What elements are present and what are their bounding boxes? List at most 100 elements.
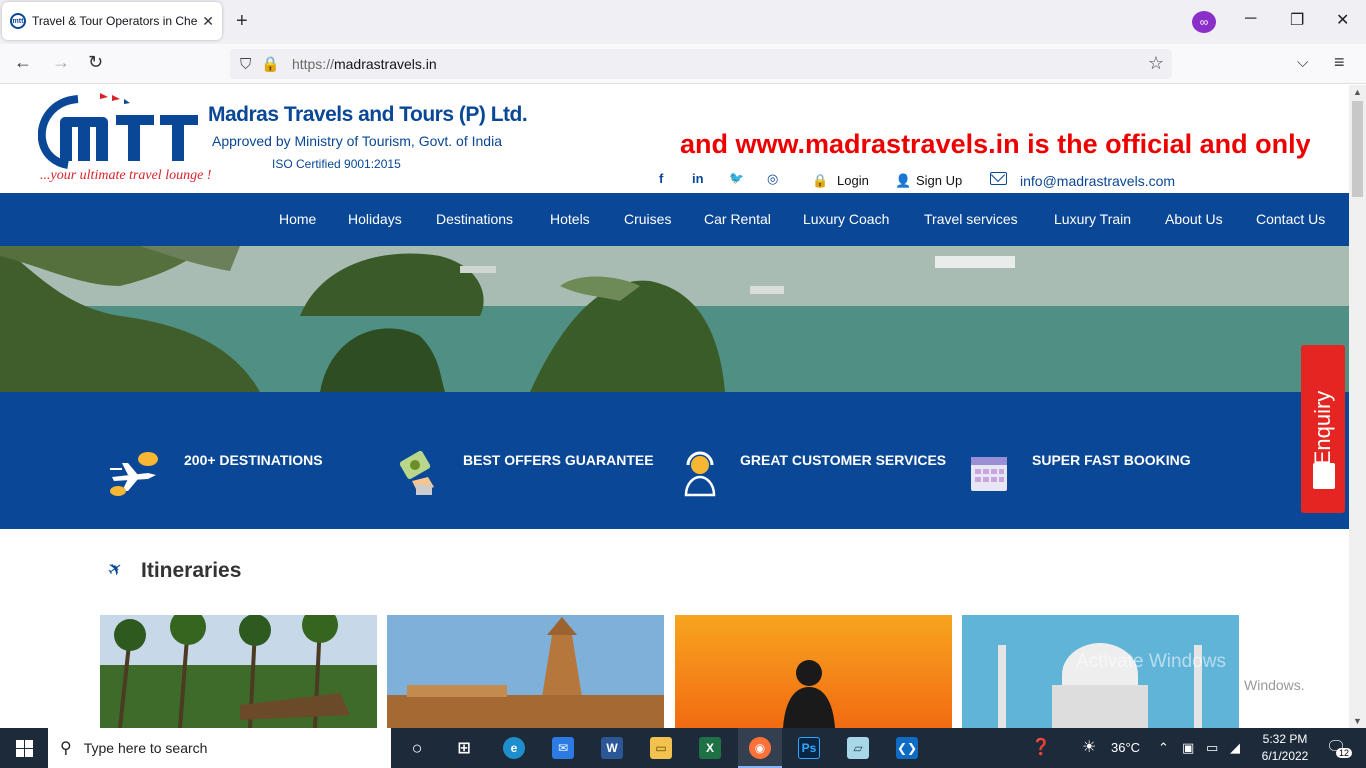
menu-car-rental[interactable]: Car Rental: [704, 211, 771, 227]
calendar-icon: [971, 457, 1007, 491]
excel-icon[interactable]: X: [699, 737, 721, 759]
features-band: 200+ DESTINATIONS BEST OFFERS GUARANTEE …: [0, 392, 1349, 529]
signup-link[interactable]: Sign Up: [916, 173, 962, 188]
money-hand-icon: [399, 450, 434, 495]
instagram-icon[interactable]: ◎: [767, 171, 778, 187]
hero-banner-image: [0, 246, 1349, 392]
activate-windows-watermark: Activate Windows: [1076, 651, 1226, 672]
url-text[interactable]: https://madrastravels.in: [292, 56, 437, 72]
system-clock[interactable]: 5:32 PM 6/1/2022: [1252, 731, 1318, 765]
envelope-icon: [1313, 463, 1335, 489]
menu-home[interactable]: Home: [279, 211, 316, 227]
itinerary-card-kerala[interactable]: [100, 615, 377, 728]
user-icon: 👤: [895, 173, 912, 188]
url-scheme: https://: [291, 56, 334, 72]
bookmark-star-icon[interactable]: ☆: [1148, 53, 1164, 74]
itinerary-card-temple[interactable]: [387, 615, 664, 728]
menu-cruises[interactable]: Cruises: [624, 211, 671, 227]
photoshop-icon[interactable]: Ps: [798, 737, 820, 759]
windows-start-icon[interactable]: [16, 740, 33, 757]
reload-button[interactable]: ↻: [88, 52, 103, 73]
scroll-thumb[interactable]: [1352, 101, 1363, 197]
login-link[interactable]: Login: [837, 173, 869, 188]
feature-fast-booking: SUPER FAST BOOKING: [1032, 452, 1191, 468]
feature-offers: BEST OFFERS GUARANTEE: [463, 452, 654, 468]
new-tab-button[interactable]: +: [236, 10, 248, 33]
taskbar-search-box[interactable]: ⚲ Type here to search: [48, 728, 391, 768]
pocket-icon[interactable]: ⌵: [1297, 54, 1308, 71]
tab-close-icon[interactable]: ✕: [202, 13, 214, 30]
shield-icon[interactable]: ⛉: [240, 56, 251, 73]
tab-active[interactable]: mtt Travel & Tour Operators in Chennai ✕: [2, 2, 222, 40]
battery-icon[interactable]: ▭: [1206, 740, 1218, 756]
cortana-icon[interactable]: ○: [406, 737, 428, 759]
linkedin-icon[interactable]: in: [692, 171, 704, 186]
minimize-button[interactable]: ─: [1245, 10, 1256, 28]
edge-icon[interactable]: e: [503, 737, 525, 759]
firefox-icon[interactable]: ◉: [749, 737, 771, 759]
clock-date: 6/1/2022: [1261, 749, 1309, 763]
help-icon[interactable]: ❓: [1031, 737, 1051, 757]
menu-destinations[interactable]: Destinations: [436, 211, 513, 227]
search-icon: ⚲: [60, 740, 72, 757]
menu-hamburger-icon[interactable]: ≡: [1334, 52, 1345, 73]
approved-line: Approved by Ministry of Tourism, Govt. o…: [212, 133, 502, 149]
wifi-icon[interactable]: ◢: [1230, 740, 1240, 756]
menu-hotels[interactable]: Hotels: [550, 211, 590, 227]
twitter-icon[interactable]: 🐦: [729, 171, 744, 185]
menu-holidays[interactable]: Holidays: [348, 211, 402, 227]
plane-icon: ✈: [103, 556, 128, 582]
menu-contact-us[interactable]: Contact Us: [1256, 211, 1325, 227]
plane-cloud-icon: [110, 452, 158, 496]
logo-tagline: ...your ultimate travel lounge !: [40, 168, 212, 183]
envelope-icon: [990, 172, 1007, 185]
navigation-bar: ← → ↻ ⛉ 🔒 https://madrastravels.in ☆ ⌵ ≡: [0, 44, 1366, 84]
email-link[interactable]: info@madrastravels.com: [1020, 173, 1175, 189]
menu-luxury-coach[interactable]: Luxury Coach: [803, 211, 889, 227]
main-menu: Home Holidays Destinations Hotels Cruise…: [0, 193, 1349, 246]
iso-line: ISO Certified 9001:2015: [272, 157, 401, 171]
headset-agent-icon: [684, 451, 716, 497]
file-explorer-icon[interactable]: ▭: [650, 737, 672, 759]
notepad-icon[interactable]: ▱: [847, 737, 869, 759]
activate-windows-subtext: Windows.: [1244, 677, 1305, 693]
back-button[interactable]: ←: [14, 52, 32, 73]
weather-sun-icon[interactable]: ☀: [1082, 737, 1096, 757]
itinerary-card-yoga[interactable]: [675, 615, 952, 728]
tab-title: Travel & Tour Operators in Chennai: [32, 14, 198, 28]
scroll-down-arrow-icon[interactable]: ▼: [1353, 716, 1362, 726]
site-favicon-icon: mtt: [10, 13, 26, 29]
search-placeholder: Type here to search: [83, 740, 208, 756]
page-scrollbar[interactable]: ▲ ▼: [1349, 85, 1366, 728]
show-hidden-icons-chevron-icon[interactable]: ⌃: [1158, 740, 1169, 756]
forward-button[interactable]: →: [52, 52, 70, 73]
word-icon[interactable]: W: [601, 737, 623, 759]
feature-customer-services: GREAT CUSTOMER SERVICES: [740, 452, 947, 468]
login-lock-icon: 🔒: [812, 173, 829, 188]
weather-temperature[interactable]: 36°C: [1111, 740, 1140, 755]
lock-icon[interactable]: 🔒: [261, 55, 280, 73]
announcement-marquee: and www.madrastravels.in is the official…: [680, 129, 1310, 159]
facebook-icon[interactable]: f: [659, 171, 663, 186]
itineraries-heading: Itineraries: [141, 559, 242, 582]
task-view-icon[interactable]: ⊞: [453, 737, 475, 759]
windows-taskbar: ⚲ Type here to search ○ ⊞ e ✉ W ▭ X ◉ Ps…: [0, 728, 1366, 768]
company-name: Madras Travels and Tours (P) Ltd.: [208, 103, 528, 126]
address-bar[interactable]: ⛉ 🔒 https://madrastravels.in ☆: [230, 49, 1172, 79]
maximize-button[interactable]: ❐: [1290, 10, 1304, 30]
web-page: ...your ultimate travel lounge ! Madras …: [0, 85, 1349, 728]
menu-luxury-train[interactable]: Luxury Train: [1054, 211, 1131, 227]
close-window-button[interactable]: ✕: [1336, 10, 1349, 30]
menu-about-us[interactable]: About Us: [1165, 211, 1223, 227]
browser-window: mtt Travel & Tour Operators in Chennai ✕…: [0, 0, 1366, 768]
menu-travel-services[interactable]: Travel services: [924, 211, 1018, 227]
vscode-icon[interactable]: ❮❯: [896, 737, 918, 759]
enquiry-button[interactable]: Enquiry: [1301, 345, 1345, 513]
network-device-icon[interactable]: ▣: [1182, 740, 1194, 756]
scroll-up-arrow-icon[interactable]: ▲: [1353, 87, 1362, 97]
notification-count-badge: 12: [1336, 748, 1353, 758]
site-logo[interactable]: [37, 91, 208, 171]
clock-time: 5:32 PM: [1262, 732, 1308, 746]
private-browsing-icon: ∞: [1192, 11, 1216, 33]
mail-icon[interactable]: ✉: [552, 737, 574, 759]
